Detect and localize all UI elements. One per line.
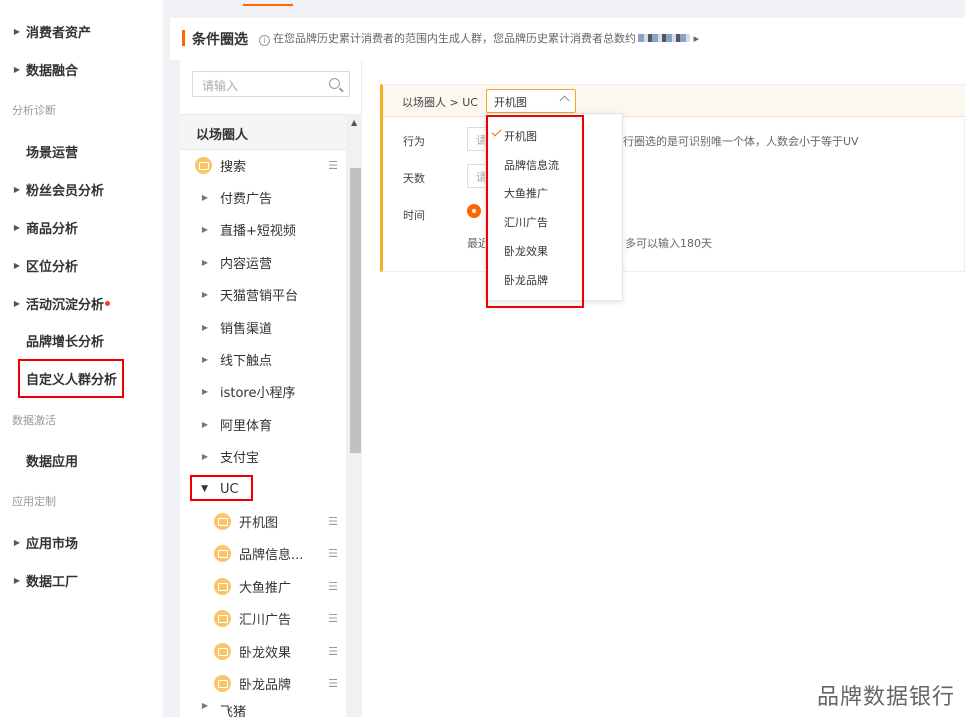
chevron-up-icon	[559, 95, 570, 106]
highlight-box-custom-crowd	[18, 359, 124, 398]
path-row: 以场圈人 > UC 开机图	[383, 85, 965, 117]
chevron-right-icon: ▶	[13, 184, 21, 194]
tree-leaf-splash[interactable]: 开机图 ☰	[180, 507, 346, 535]
chevron-right-icon: ▶	[13, 298, 21, 308]
info-text: 在您品牌历史累计消费者的范围内生成人群，您品牌历史累计消费者总数约	[273, 32, 636, 45]
chevron-right-icon: ▶	[13, 64, 21, 74]
caret-right-icon: ▶	[201, 322, 208, 332]
drag-handle-icon[interactable]: ☰	[328, 515, 338, 528]
active-tab-indicator	[243, 4, 293, 6]
nav-item-data-factory[interactable]: ▶ 数据工厂	[0, 565, 163, 595]
uv-hint: 行圈选的是可识别唯一个体，人数会小于等于UV	[623, 135, 859, 148]
nav-item-campaign[interactable]: ▶ 活动沉淀分析	[0, 288, 163, 318]
days-label: 天数	[403, 172, 425, 185]
drag-handle-icon[interactable]: ☰	[328, 547, 338, 560]
folder-icon	[214, 642, 231, 660]
tree-header: 以场圈人	[180, 114, 346, 150]
caret-right-icon: ▶	[201, 386, 208, 396]
search-icon[interactable]	[329, 78, 340, 89]
nav-section-custom: 应用定制	[12, 495, 56, 508]
folder-icon	[214, 609, 231, 627]
nav-item-data-apps[interactable]: 数据应用	[0, 445, 163, 475]
chevron-right-icon: ▶	[13, 26, 21, 36]
tree-leaf-huichuan[interactable]: 汇川广告 ☰	[180, 604, 346, 632]
time-radio[interactable]	[467, 204, 481, 218]
caret-right-icon: ▶	[201, 289, 208, 299]
nav-item-data-fusion[interactable]: ▶ 数据融合	[0, 54, 163, 84]
caret-right-icon: ▶	[201, 451, 208, 461]
folder-icon	[214, 674, 231, 692]
tree-leaf-dayu[interactable]: 大鱼推广 ☰	[180, 572, 346, 600]
info-icon: i	[259, 35, 270, 46]
source-select[interactable]: 开机图	[486, 89, 576, 113]
tree-leaf-brand-feed[interactable]: 品牌信息... ☰	[180, 539, 346, 567]
drag-handle-icon[interactable]: ☰	[328, 677, 338, 690]
tree-node-istore[interactable]: ▶ istore小程序	[180, 377, 346, 405]
scrollbar-thumb[interactable]	[350, 168, 361, 453]
caret-right-icon: ▶	[201, 354, 208, 364]
tree-node-offline[interactable]: ▶ 线下触点	[180, 345, 346, 373]
behavior-label: 行为	[403, 135, 425, 148]
page-title: 条件圈选	[192, 32, 248, 48]
watermark: 品牌数据银行	[816, 685, 955, 710]
nav-item-consumer-assets[interactable]: ▶ 消费者资产	[0, 16, 163, 46]
tree-node-tmall[interactable]: ▶ 天猫营销平台	[180, 280, 346, 308]
nav-item-app-market[interactable]: ▶ 应用市场	[0, 527, 163, 557]
days-hint: 多可以输入180天	[625, 237, 712, 250]
caret-right-icon: ▶	[201, 419, 208, 429]
tree-node-sports[interactable]: ▶ 阿里体育	[180, 410, 346, 438]
condition-content: 以场圈人 > UC 开机图 行为 请 行圈选的是可识别唯一个体，人数会小于等于U…	[362, 60, 965, 717]
tree-node-sales[interactable]: ▶ 销售渠道	[180, 313, 346, 341]
tree-scrollbar[interactable]: ▲	[346, 114, 362, 717]
caret-right-icon: ▶	[201, 701, 208, 710]
time-label: 时间	[403, 209, 425, 222]
tree-leaf-wolong-effect[interactable]: 卧龙效果 ☰	[180, 637, 346, 665]
tree-node-paid-ads[interactable]: ▶ 付费广告	[180, 183, 346, 211]
condition-panel: 以场圈人 > UC 开机图 行为 请 行圈选的是可识别唯一个体，人数会小于等于U…	[380, 84, 965, 272]
header-info: i 在您品牌历史累计消费者的范围内生成人群，您品牌历史累计消费者总数约 ▸	[259, 30, 699, 46]
chevron-right-icon: ▶	[13, 575, 21, 585]
chevron-right-icon: ▶	[13, 260, 21, 270]
tree-node-live-video[interactable]: ▶ 直播+短视频	[180, 215, 346, 243]
tree-search-input[interactable]: 请输入	[192, 71, 350, 97]
chevron-right-icon: ▶	[13, 537, 21, 547]
chevron-right-icon: ▶	[13, 222, 21, 232]
folder-icon	[214, 544, 231, 562]
tree-node-fliggy[interactable]: ▶ 飞猪	[180, 701, 346, 717]
nav-item-brand-growth[interactable]: 品牌增长分析	[0, 325, 163, 355]
scene-tree-panel: 请输入 以场圈人 ▲ 搜索 ☰ ▶ 付费广告 ▶ 直播+短视频 ▶ 内容运营 ▶ 天猫营销…	[180, 60, 362, 717]
nav-item-scene-ops[interactable]: 场景运营	[0, 136, 163, 166]
folder-icon	[214, 512, 231, 530]
highlight-box-dropdown	[486, 115, 584, 308]
nav-item-fans[interactable]: ▶ 粉丝会员分析	[0, 174, 163, 204]
drag-handle-icon[interactable]: ☰	[328, 612, 338, 625]
caret-right-icon: ▶	[201, 257, 208, 267]
notification-dot	[105, 300, 111, 306]
tree-node-alipay[interactable]: ▶ 支付宝	[180, 442, 346, 470]
scroll-up-arrow-icon[interactable]: ▲	[351, 118, 357, 127]
breadcrumb: 以场圈人 > UC	[402, 96, 478, 109]
nav-section-activation: 数据激活	[12, 414, 56, 427]
caret-right-icon: ▶	[201, 192, 208, 202]
masked-count	[638, 34, 690, 42]
nav-section-analysis: 分析诊断	[12, 104, 56, 117]
nav-item-location[interactable]: ▶ 区位分析	[0, 250, 163, 280]
tree-leaf-wolong-brand[interactable]: 卧龙品牌 ☰	[180, 669, 346, 697]
drag-handle-icon[interactable]: ☰	[328, 645, 338, 658]
drag-handle-icon[interactable]: ☰	[328, 580, 338, 593]
folder-icon	[195, 156, 212, 174]
section-header: 条件圈选 i 在您品牌历史累计消费者的范围内生成人群，您品牌历史累计消费者总数约 …	[170, 18, 965, 60]
folder-icon	[214, 577, 231, 595]
title-accent-bar	[182, 30, 185, 46]
tree-node-search[interactable]: 搜索 ☰	[180, 151, 346, 179]
side-nav: ▶ 消费者资产 ▶ 数据融合 分析诊断 场景运营 ▶ 粉丝会员分析 ▶ 商品分析 ▶ 区位…	[0, 0, 163, 717]
tree-node-content[interactable]: ▶ 内容运营	[180, 248, 346, 276]
drag-handle-icon[interactable]: ☰	[328, 159, 338, 172]
highlight-box-uc	[190, 475, 253, 501]
nav-item-product[interactable]: ▶ 商品分析	[0, 212, 163, 242]
caret-right-icon: ▶	[201, 224, 208, 234]
